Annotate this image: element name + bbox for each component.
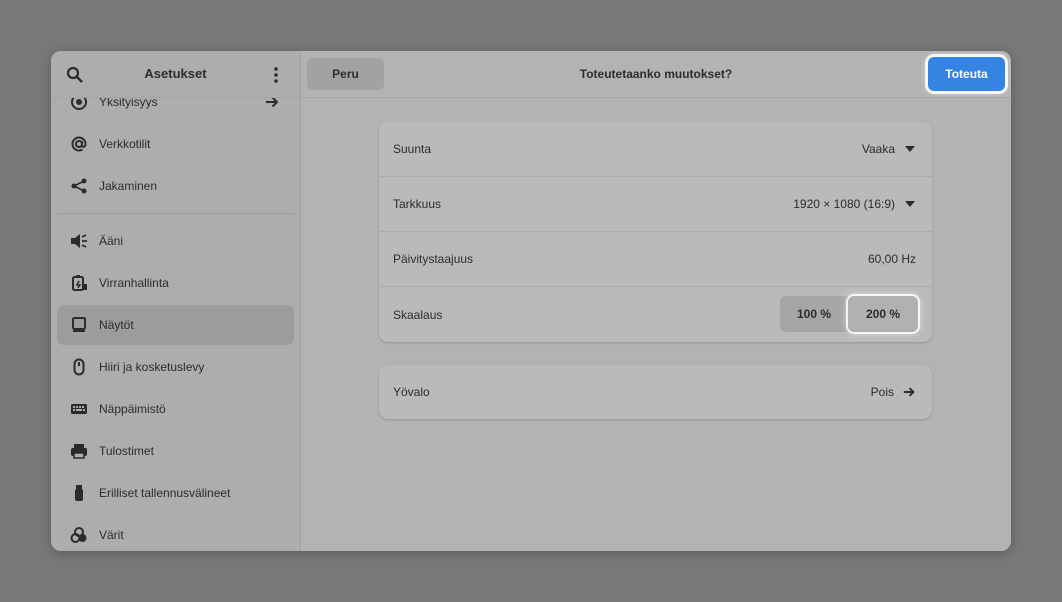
sidebar-item-label: Verkkotilit: [99, 137, 151, 151]
sidebar-item-label: Hiiri ja kosketuslevy: [99, 360, 205, 374]
sidebar-item-keyboard[interactable]: Näppäimistö: [57, 389, 294, 429]
menu-icon[interactable]: [267, 66, 285, 84]
resolution-row[interactable]: Tarkkuus 1920 × 1080 (16:9): [379, 177, 932, 232]
night-light-label: Yövalo: [393, 385, 430, 399]
arrow-right-icon: [902, 385, 916, 399]
sidebar-item-displays[interactable]: Näytöt: [57, 305, 294, 345]
orientation-label: Suunta: [393, 142, 432, 156]
displays-panel: Peru Toteutetaanko muutokset? Toteuta Su…: [301, 51, 1011, 551]
sidebar-item-label: Näppäimistö: [99, 402, 166, 416]
resolution-dropdown[interactable]: 1920 × 1080 (16:9): [793, 197, 916, 211]
search-icon[interactable]: [66, 66, 84, 84]
scale-100-button[interactable]: 100 %: [780, 296, 848, 332]
sidebar-item-sharing[interactable]: Jakaminen: [57, 166, 294, 206]
resolution-value: 1920 × 1080 (16:9): [793, 197, 895, 211]
at-sign-icon: [69, 134, 89, 154]
sidebar-item-color[interactable]: Värit: [57, 515, 294, 551]
night-light-value: Pois: [870, 385, 894, 399]
printer-icon: [69, 441, 89, 461]
cancel-button[interactable]: Peru: [307, 58, 384, 90]
header-bar: Peru Toteutetaanko muutokset? Toteuta: [301, 51, 1011, 98]
display-settings-card: Suunta Vaaka Tarkkuus 1920 × 1080 (16:9)…: [379, 122, 932, 342]
night-light-card: Yövalo Pois: [379, 365, 932, 419]
chevron-down-icon: [905, 201, 915, 207]
mouse-icon: [69, 357, 89, 377]
sidebar-item-label: Jakaminen: [99, 179, 158, 193]
share-icon: [69, 176, 89, 196]
sidebar-separator: [57, 213, 294, 214]
sidebar-title: Asetukset: [144, 66, 207, 81]
refresh-rate-value: 60,00 Hz: [867, 252, 916, 266]
sidebar-item-removable-media[interactable]: Erilliset tallennusvälineet: [57, 473, 294, 513]
refresh-rate-row: Päivitystaajuus 60,00 Hz: [379, 232, 932, 287]
sidebar-item-sound[interactable]: Ääni: [57, 221, 294, 261]
night-light-status: Pois: [871, 385, 916, 399]
color-icon: [69, 525, 89, 545]
sidebar-item-power[interactable]: Virranhallinta: [57, 263, 294, 303]
sidebar-item-label: Ääni: [99, 234, 124, 248]
refresh-rate-label: Päivitystaajuus: [393, 252, 474, 266]
scale-row: Skaalaus 100 % 200 %: [379, 287, 932, 342]
apply-button[interactable]: Toteuta: [928, 57, 1005, 91]
orientation-row[interactable]: Suunta Vaaka: [379, 122, 932, 177]
sidebar-item-mouse[interactable]: Hiiri ja kosketuslevy: [57, 347, 294, 387]
scale-200-button[interactable]: 200 %: [848, 296, 918, 332]
sidebar-item-privacy[interactable]: Yksityisyys: [57, 98, 294, 122]
settings-window: Yksityisyys Verkkotilit Jakaminen Ääni V…: [51, 51, 1011, 551]
arrow-right-icon: [264, 98, 280, 110]
night-light-row[interactable]: Yövalo Pois: [379, 365, 932, 419]
usb-icon: [69, 483, 89, 503]
page-title: Toteutetaanko muutokset?: [579, 67, 733, 81]
scale-toggle-group: 100 % 200 %: [780, 296, 918, 332]
speaker-icon: [69, 231, 89, 251]
privacy-icon: [69, 98, 89, 112]
sidebar-item-label: Virranhallinta: [99, 276, 169, 290]
sidebar: Yksityisyys Verkkotilit Jakaminen Ääni V…: [51, 51, 301, 551]
sidebar-item-label: Erilliset tallennusvälineet: [99, 486, 231, 500]
sidebar-list[interactable]: Yksityisyys Verkkotilit Jakaminen Ääni V…: [51, 98, 300, 551]
chevron-down-icon: [905, 146, 915, 152]
scale-label: Skaalaus: [393, 307, 443, 322]
sidebar-header: Asetukset: [51, 51, 300, 98]
sidebar-item-online-accounts[interactable]: Verkkotilit: [57, 124, 294, 164]
sidebar-item-printers[interactable]: Tulostimet: [57, 431, 294, 471]
sidebar-item-label: Värit: [99, 528, 124, 542]
sidebar-item-label: Tulostimet: [99, 444, 154, 458]
sidebar-item-label: Yksityisyys: [99, 98, 158, 109]
resolution-label: Tarkkuus: [393, 197, 442, 211]
orientation-value: Vaaka: [861, 142, 895, 156]
keyboard-icon: [69, 399, 89, 419]
sidebar-item-label: Näytöt: [99, 318, 134, 332]
orientation-dropdown[interactable]: Vaaka: [862, 142, 916, 156]
display-icon: [69, 315, 89, 335]
battery-icon: [69, 273, 89, 293]
